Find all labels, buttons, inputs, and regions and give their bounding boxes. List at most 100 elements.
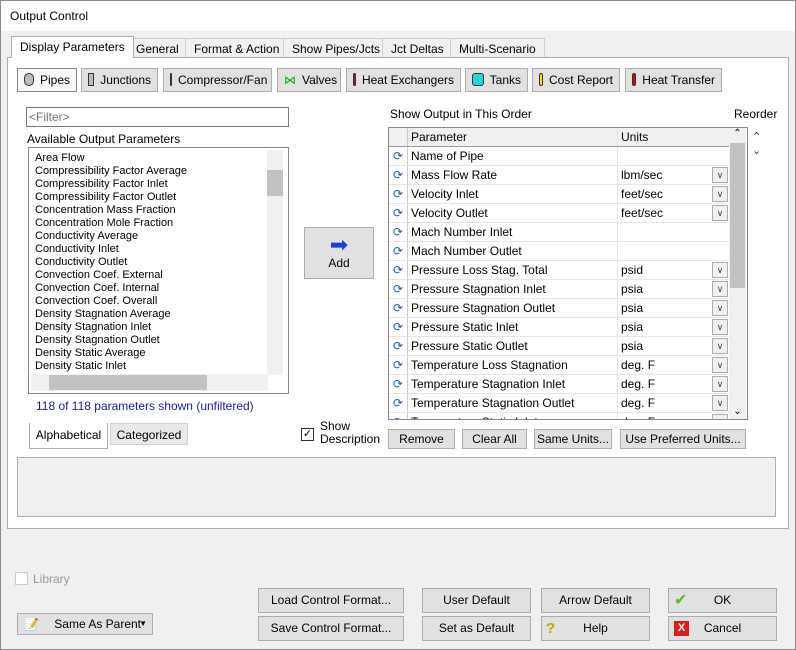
list-item[interactable]: Area Flow [29,152,288,165]
chevron-down-icon[interactable]: ∨ [712,319,728,335]
chevron-down-icon[interactable]: ∨ [712,281,728,297]
move-up-button[interactable]: ⌃ [752,130,761,143]
user-default-button[interactable]: User Default [422,588,531,613]
add-button[interactable]: ➡ Add [304,227,374,279]
filter-input[interactable] [26,107,289,127]
list-item[interactable]: Density Static Inlet [29,360,288,373]
chevron-down-icon[interactable]: ∨ [712,414,728,419]
table-row[interactable]: ⟳ Temperature Stagnation Inlet deg. F ∨ [389,375,730,394]
clear-all-button[interactable]: Clear All [462,429,527,449]
arrow-default-button[interactable]: Arrow Default [541,588,650,613]
table-row[interactable]: ⟳ Name of Pipe [389,147,730,166]
table-row[interactable]: ⟳Temperature Static Inletdeg. F∨ [389,413,730,419]
tab-display-parameters[interactable]: Display Parameters [11,36,134,58]
units-cell[interactable]: psia ∨ [618,318,730,336]
units-cell[interactable]: deg. F∨ [618,375,730,393]
units-cell[interactable] [618,223,730,241]
refresh-units-icon[interactable]: ⟳ [389,318,408,336]
refresh-units-icon[interactable]: ⟳ [389,223,408,241]
tab-format-action[interactable]: Format & Action [185,38,289,58]
same-units-button[interactable]: Same Units... [534,429,612,449]
available-parameters-list[interactable]: Area Flow Compressibility Factor Average C… [28,147,289,394]
list-item[interactable]: Density Stagnation Average [29,308,288,321]
chevron-down-icon[interactable]: ∨ [712,205,728,221]
list-item[interactable]: Compressibility Factor Average [29,165,288,178]
library-checkbox[interactable] [15,572,28,585]
junctions-button[interactable]: Junctions [81,68,158,92]
output-parameters-grid[interactable]: Parameter Units ⟳ Name of Pipe ⟳ Mass Flow R… [388,127,748,420]
refresh-units-icon[interactable]: ⟳ [389,261,408,279]
units-cell[interactable]: feet/sec ∨ [618,204,730,222]
units-cell[interactable]: psid ∨ [618,261,730,279]
list-item[interactable]: Convection Coef. External [29,269,288,282]
units-cell[interactable]: deg. F∨ [618,356,730,374]
valves-button[interactable]: ⋈ Valves [277,68,341,92]
cancel-button[interactable]: X Cancel [668,616,777,641]
same-as-parent-dropdown[interactable]: 📝 Same As Parent ▼ [17,613,153,635]
tab-jct-deltas[interactable]: Jct Deltas [382,38,453,58]
tab-categorized[interactable]: Categorized [110,423,188,445]
chevron-down-icon[interactable]: ∨ [712,262,728,278]
units-cell[interactable]: psia ∨ [618,280,730,298]
refresh-units-icon[interactable]: ⟳ [389,299,408,317]
set-as-default-button[interactable]: Set as Default [422,616,531,641]
use-preferred-units-button[interactable]: Use Preferred Units... [620,429,746,449]
table-row[interactable]: ⟳ Velocity Outlet feet/sec ∨ [389,204,730,223]
refresh-units-icon[interactable]: ⟳ [389,166,408,184]
table-row[interactable]: ⟳ Mach Number Inlet [389,223,730,242]
units-cell[interactable] [618,147,730,165]
list-item[interactable]: Density Static Average [29,347,288,360]
list-item[interactable]: Compressibility Factor Outlet [29,191,288,204]
chevron-down-icon[interactable]: ∨ [712,186,728,202]
tanks-button[interactable]: Tanks [465,68,528,92]
table-row[interactable]: ⟳ Pressure Static Inlet psia ∨ [389,318,730,337]
cost-report-button[interactable]: Cost Report [532,68,620,92]
table-row[interactable]: ⟳ Mass Flow Rate lbm/sec ∨ [389,166,730,185]
table-row[interactable]: ⟳ Temperature Stagnation Outlet deg. F ∨ [389,394,730,413]
refresh-units-icon[interactable]: ⟳ [389,204,408,222]
remove-button[interactable]: Remove [388,429,455,449]
refresh-units-icon[interactable]: ⟳ [389,394,408,412]
help-button[interactable]: ? Help [541,616,650,641]
units-cell[interactable]: psia ∨ [618,337,730,355]
units-cell[interactable]: psia ∨ [618,299,730,317]
table-row[interactable]: ⟳ Pressure Stagnation Inlet psia ∨ [389,280,730,299]
list-item[interactable]: Density Stagnation Inlet [29,321,288,334]
refresh-units-icon[interactable]: ⟳ [389,147,408,165]
table-row[interactable]: ⟳ Pressure Loss Stag. Total psid ∨ [389,261,730,280]
list-item[interactable]: Convection Coef. Internal [29,282,288,295]
vertical-scrollbar[interactable] [267,150,283,375]
units-cell[interactable] [618,242,730,260]
chevron-down-icon[interactable]: ∨ [712,300,728,316]
refresh-units-icon[interactable]: ⟳ [389,356,408,374]
refresh-units-icon[interactable]: ⟳ [389,413,408,419]
table-row[interactable]: ⟳ Temperature Loss Stagnation deg. F ∨ [389,356,730,375]
tab-show-pipes-jcts[interactable]: Show Pipes/Jcts [283,38,390,58]
units-cell[interactable]: lbm/sec ∨ [618,166,730,184]
list-item[interactable]: Conductivity Average [29,230,288,243]
chevron-down-icon[interactable]: ∨ [712,338,728,354]
units-cell[interactable]: feet/sec ∨ [618,185,730,203]
list-item[interactable]: Conductivity Inlet [29,243,288,256]
pipes-button[interactable]: Pipes [17,68,77,92]
list-item[interactable]: Conductivity Outlet [29,256,288,269]
table-row[interactable]: ⟳ Pressure Static Outlet psia ∨ [389,337,730,356]
units-cell[interactable]: deg. F∨ [618,394,730,412]
horizontal-scrollbar[interactable] [31,374,268,391]
save-control-format-button[interactable]: Save Control Format... [258,616,404,641]
units-cell[interactable]: deg. F∨ [618,413,730,419]
refresh-units-icon[interactable]: ⟳ [389,242,408,260]
chevron-down-icon[interactable]: ∨ [712,395,728,411]
table-row[interactable]: ⟳ Velocity Inlet feet/sec ∨ [389,185,730,204]
chevron-down-icon[interactable]: ∨ [712,357,728,373]
refresh-units-icon[interactable]: ⟳ [389,337,408,355]
ok-button[interactable]: ✔ OK [668,588,777,613]
refresh-units-icon[interactable]: ⟳ [389,185,408,203]
show-description-checkbox[interactable]: ✓ [301,428,314,441]
list-item[interactable]: Convection Coef. Overall [29,295,288,308]
load-control-format-button[interactable]: Load Control Format... [258,588,404,613]
list-item[interactable]: Density Stagnation Outlet [29,334,288,347]
chevron-down-icon[interactable]: ∨ [712,376,728,392]
refresh-units-icon[interactable]: ⟳ [389,375,408,393]
refresh-units-icon[interactable]: ⟳ [389,280,408,298]
